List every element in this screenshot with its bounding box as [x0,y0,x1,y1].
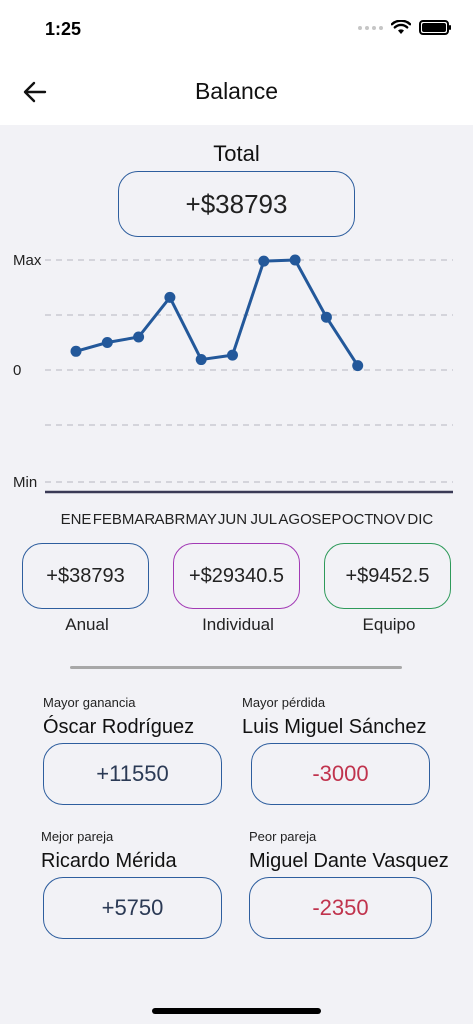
x-tick-label: ABR [154,511,185,528]
data-point [164,291,176,303]
best-pair-caption: Mejor pareja [41,829,114,844]
y-tick-label: Max [13,252,42,269]
best-pair-value: +5750 [43,877,222,939]
battery-icon [419,20,451,35]
x-tick-label: SEP [311,511,341,528]
biggest-loss-caption: Mayor pérdida [242,695,326,710]
x-tick-label: MAY [185,511,216,528]
team-label: Equipo [362,615,416,634]
data-point [227,349,238,361]
cellular-signal-icon [358,25,383,30]
biggest-gain-name: Óscar Rodríguez [43,716,195,738]
x-tick-label: JUN [218,511,247,528]
biggest-loss-name: Luis Miguel Sánchez [242,716,427,738]
balance-line-chart: Max 0 Min ENE FEB MAR ABR MAY JUN JUL AGO SEP OCT NO… [13,252,453,528]
annual-label: Anual [65,615,109,634]
x-tick-label: MAR [122,511,156,528]
section-divider [70,666,402,669]
status-time: 1:25 [45,19,82,39]
y-tick-label: Min [13,474,37,491]
y-tick-label: 0 [13,362,21,379]
wifi-icon [391,20,411,34]
biggest-gain-caption: Mayor ganancia [43,695,136,710]
page-title: Balance [194,78,279,104]
annual-balance-box: +$38793 [22,543,149,609]
biggest-loss-value: -3000 [251,743,430,805]
individual-balance-box: +$29340.5 [173,543,300,609]
top-bar: 1:25 Balance [0,0,473,125]
x-tick-label: OCT [342,511,374,528]
total-value: +$38793 [118,171,355,237]
x-tick-label: FEB [93,511,122,528]
series-line [75,258,359,367]
data-point [320,311,332,323]
worst-pair-caption: Peor pareja [249,829,317,844]
total-label: Total [213,141,260,166]
team-balance-box: +$9452.5 [324,543,451,609]
data-point [195,354,207,366]
data-point [101,337,113,348]
x-tick-label: NOV [373,511,406,528]
x-tick-label: DIC [407,511,433,528]
x-tick-label: JUL [250,511,277,528]
data-point [70,345,82,357]
status-icons [358,20,451,35]
data-point [258,255,270,267]
data-point [289,254,301,266]
worst-pair-name: Miguel Dante Vasquez [249,850,449,872]
worst-pair-value: -2350 [249,877,432,939]
home-indicator [152,1008,321,1014]
biggest-gain-value: +11550 [43,743,222,805]
x-tick-label: AGO [278,511,311,528]
x-tick-label: ENE [61,511,92,528]
data-point [352,360,364,372]
data-point [133,331,145,343]
individual-label: Individual [202,615,274,634]
best-pair-name: Ricardo Mérida [41,850,177,872]
